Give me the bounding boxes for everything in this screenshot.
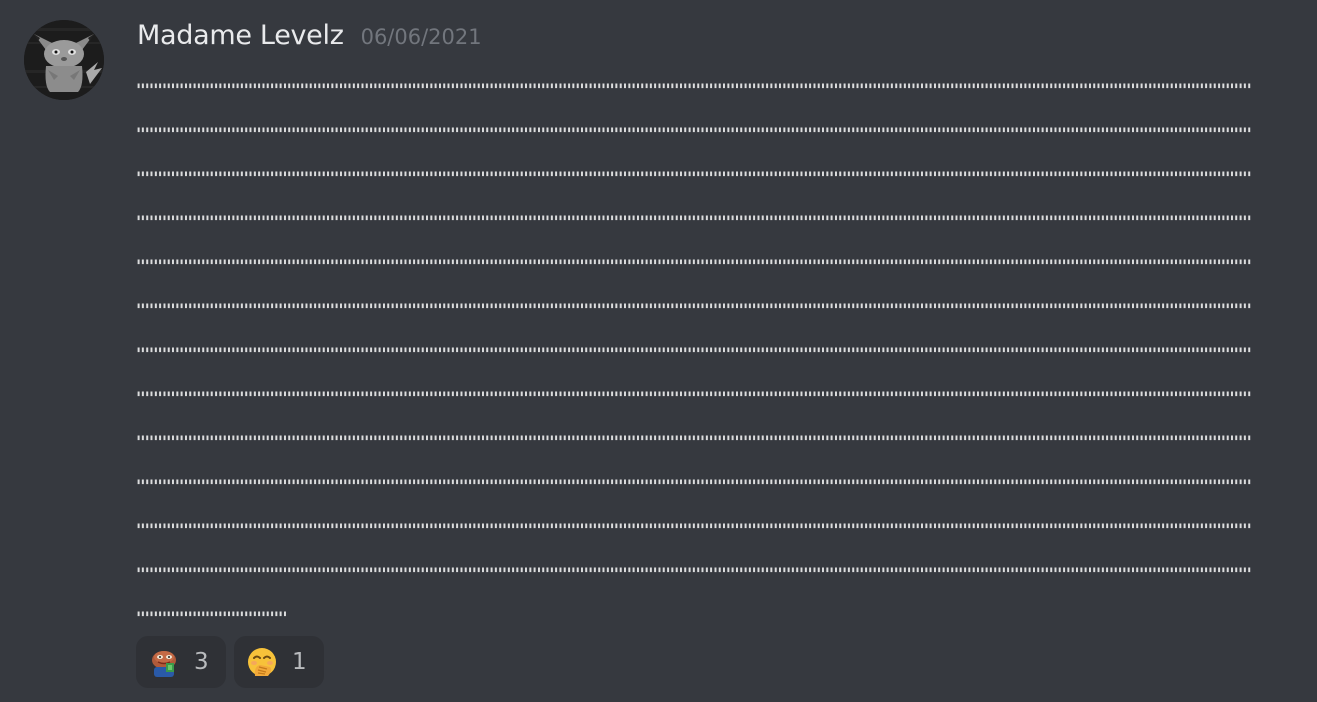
user-avatar[interactable] — [24, 20, 104, 100]
reaction-count: 1 — [292, 649, 307, 675]
message-line: ''''''''''''''''''''''''''''''''''''''''… — [136, 81, 1252, 101]
message-line: ''''''''''''''''''''''''''''''''''''''''… — [136, 565, 1252, 585]
reaction-count: 3 — [194, 649, 209, 675]
message-line: ''''''''''''''''''''''''''''''''''''''''… — [136, 477, 1252, 497]
message-line: ''''''''''''''''''''''''''''''''''''''''… — [136, 345, 1252, 365]
message-content: ''''''''''''''''''''''''''''''''''''''''… — [136, 80, 1286, 652]
message-header: Madame Levelz 06/06/2021 — [137, 20, 482, 51]
message-line: ''''''''''''''''''''''''''''''''''''''''… — [136, 213, 1252, 233]
reactions-bar: 3 1 — [136, 636, 324, 688]
message-line: ''''''''''''''''''''''''''''''''''''''''… — [136, 433, 1252, 453]
timestamp: 06/06/2021 — [360, 25, 482, 49]
reaction-pepe-money[interactable]: 3 — [136, 636, 226, 688]
message-line: ''''''''''''''''''''''''''''''''''''''''… — [136, 257, 1252, 277]
message-line: ''''''''''''''''''''''''''''''''''''''''… — [136, 389, 1252, 409]
username[interactable]: Madame Levelz — [137, 20, 344, 51]
reaction-hand-over-mouth[interactable]: 1 — [234, 636, 324, 688]
chat-message: Madame Levelz 06/06/2021 '''''''''''''''… — [0, 0, 1317, 702]
message-line: ''''''''''''''''''''''''''''''''''''''''… — [136, 301, 1252, 321]
pikachu-avatar-icon — [24, 20, 104, 100]
message-line: ''''''''''''''''''''''''''''''''''''''''… — [136, 169, 1252, 189]
face-with-hand-over-mouth-emoji-icon — [248, 648, 276, 676]
message-line: ''''''''''''''''''''''''''''''''''''''''… — [136, 521, 1252, 541]
message-line: ''''''''''''''''''''''''''''''''''''''''… — [136, 125, 1252, 145]
pepe-money-emoji-icon — [152, 651, 176, 677]
